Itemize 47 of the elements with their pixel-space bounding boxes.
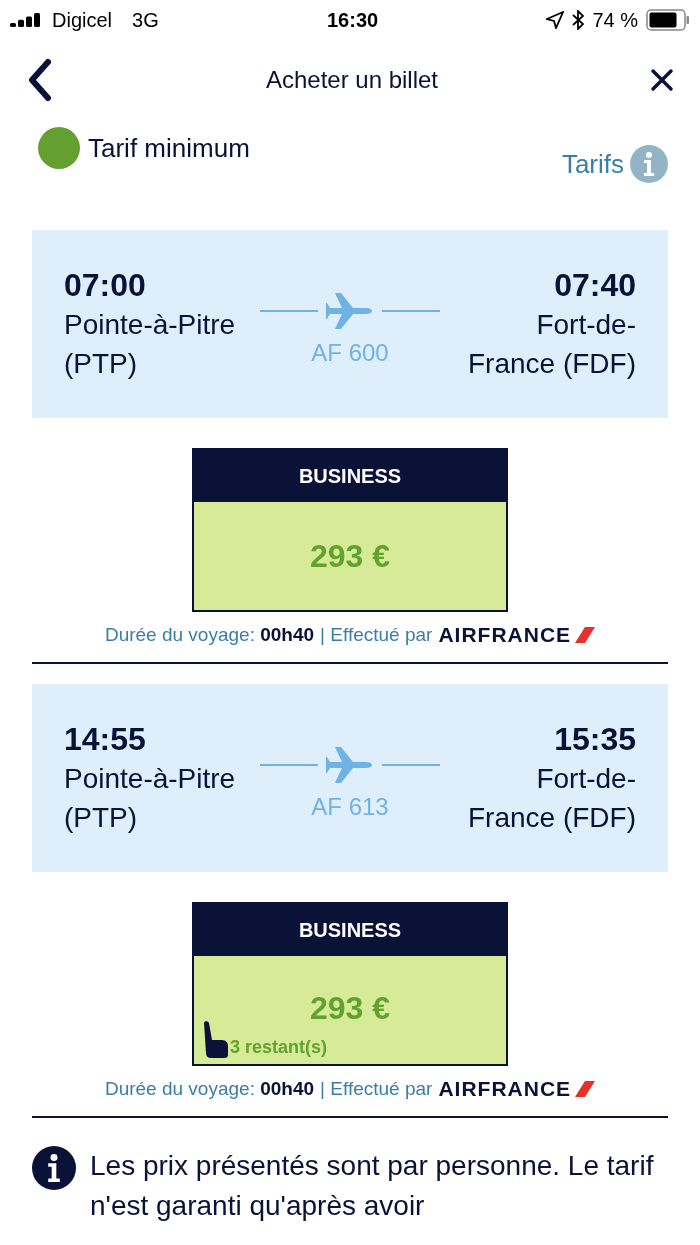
airline-logo-text: AIRFRANCE xyxy=(438,1077,572,1101)
battery-percent: 74 % xyxy=(592,8,638,32)
back-button[interactable] xyxy=(26,58,54,102)
operated-by: | Effectué par xyxy=(320,624,433,646)
carrier-name: Digicel xyxy=(52,8,113,32)
fare-option[interactable]: BUSINESS 293 € xyxy=(192,448,508,612)
trip-duration: Durée du voyage: 00h40 xyxy=(104,1078,315,1100)
seat-icon xyxy=(202,1020,228,1058)
departure-time: 14:55 xyxy=(64,720,146,759)
fare-price: 293 € xyxy=(309,990,391,1028)
arrival-city: Fort-de-France (FDF) xyxy=(467,308,636,381)
fare-price: 293 € xyxy=(309,538,391,576)
route-line xyxy=(382,764,440,766)
trip-duration: Durée du voyage: 00h40 xyxy=(104,624,315,646)
bluetooth-icon xyxy=(572,10,585,30)
page-title: Acheter un billet xyxy=(265,66,439,94)
clock: 16:30 xyxy=(327,8,379,32)
flight-number: AF 600 xyxy=(311,339,389,367)
seats-remaining: 3 restant(s) xyxy=(230,1037,328,1058)
info-icon xyxy=(630,145,668,183)
flight-number: AF 613 xyxy=(311,793,389,821)
departure-city: Pointe-à-Pitre (PTP) xyxy=(64,762,237,835)
location-arrow-icon xyxy=(546,11,565,29)
route-line xyxy=(260,764,318,766)
slash-logo-icon xyxy=(575,1081,596,1097)
departure-city: Pointe-à-Pitre (PTP) xyxy=(64,308,237,381)
tarifs-link[interactable]: Tarifs xyxy=(561,145,668,183)
plane-icon xyxy=(326,291,374,331)
airline-logo-text: AIRFRANCE xyxy=(438,623,572,647)
operated-by: | Effectué par xyxy=(320,1078,433,1100)
slash-logo-icon xyxy=(575,627,596,643)
fare-option[interactable]: BUSINESS 293 € 3 restant(s) xyxy=(192,902,508,1066)
arrival-city: Fort-de-France (FDF) xyxy=(467,762,636,835)
plane-icon xyxy=(326,745,374,785)
network-type: 3G xyxy=(132,8,159,32)
arrival-time: 15:35 xyxy=(554,720,636,759)
cabin-label: BUSINESS xyxy=(194,904,506,956)
legend-label: Tarif minimum xyxy=(88,132,250,164)
route-line xyxy=(260,310,318,312)
departure-time: 07:00 xyxy=(64,266,146,305)
close-button[interactable] xyxy=(650,68,674,92)
route-line xyxy=(382,310,440,312)
arrival-time: 07:40 xyxy=(554,266,636,305)
battery-icon xyxy=(646,9,690,31)
cabin-label: BUSINESS xyxy=(194,450,506,502)
info-icon xyxy=(32,1146,76,1190)
info-text: Les prix présentés sont par personne. Le tarif n'est garanti qu'après avoir xyxy=(90,1149,655,1223)
